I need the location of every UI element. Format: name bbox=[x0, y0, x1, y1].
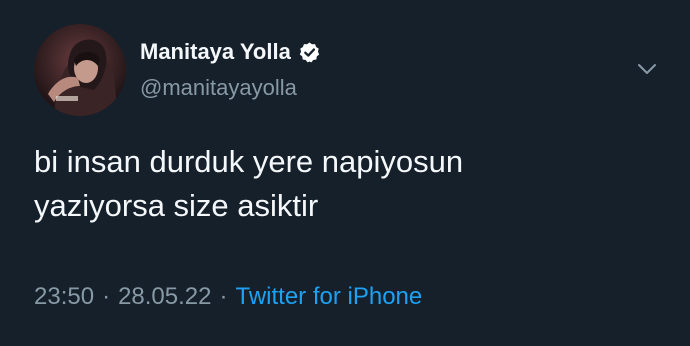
tweet-text-line: yaziyorsa size asiktir bbox=[34, 188, 319, 223]
tweet-card: Manitaya Yolla @manitayayolla bi insan d… bbox=[0, 0, 690, 346]
tweet-meta: 23:50 · 28.05.22 · Twitter for iPhone bbox=[34, 281, 422, 313]
tweet-source-link[interactable]: Twitter for iPhone bbox=[235, 283, 422, 310]
tweet-text-line: bi insan durduk yere napiyosun bbox=[34, 144, 464, 179]
tweet-date[interactable]: 28.05.22 bbox=[118, 283, 211, 310]
tweet-time[interactable]: 23:50 bbox=[34, 283, 94, 310]
avatar-illustration-icon bbox=[34, 24, 126, 116]
author-display-name[interactable]: Manitaya Yolla bbox=[140, 37, 291, 67]
author-name-row: Manitaya Yolla bbox=[140, 37, 321, 67]
meta-separator: · bbox=[102, 283, 111, 310]
author-handle[interactable]: @manitayayolla bbox=[140, 73, 297, 103]
verified-badge-icon bbox=[299, 41, 319, 62]
meta-separator: · bbox=[219, 283, 228, 310]
chevron-down-icon[interactable] bbox=[637, 62, 657, 76]
tweet-text: bi insan durduk yere napiyosun yaziyorsa… bbox=[34, 140, 654, 228]
avatar[interactable] bbox=[34, 24, 126, 116]
